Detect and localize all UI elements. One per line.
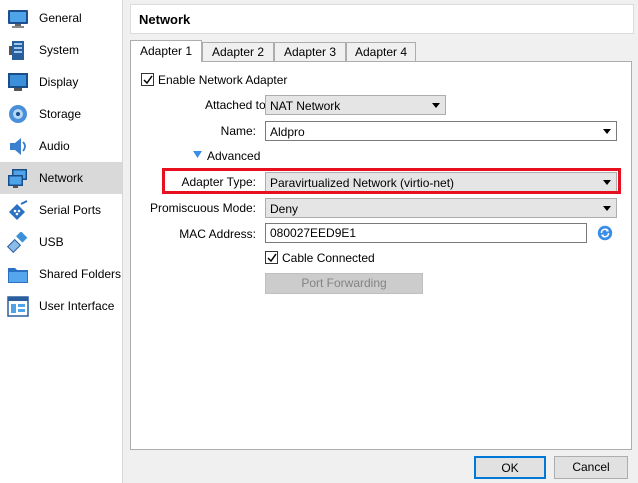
cancel-label: Cancel: [572, 460, 610, 474]
sidebar-item-serial-ports[interactable]: Serial Ports: [0, 194, 122, 226]
sidebar-item-user-interface[interactable]: User Interface: [0, 290, 122, 322]
sidebar-item-label: User Interface: [39, 299, 115, 313]
user-interface-icon: [7, 296, 29, 317]
promiscuous-mode-label: Promiscuous Mode:: [149, 201, 256, 215]
shared-folders-icon: [8, 268, 28, 283]
sidebar-item-general[interactable]: General: [0, 2, 122, 34]
adapter-type-label: Adapter Type:: [181, 175, 257, 189]
refresh-mac-icon[interactable]: [597, 225, 613, 241]
cable-connected-checkbox[interactable]: [265, 251, 278, 264]
sidebar-item-label: Network: [39, 171, 84, 185]
general-icon: [8, 10, 28, 28]
name-label: Name:: [220, 124, 256, 138]
system-icon: [9, 41, 24, 60]
tab-label: Adapter 2: [211, 45, 265, 59]
attached-to-label: Attached to:: [204, 98, 269, 112]
check-icon: [267, 253, 277, 263]
attached-to-select[interactable]: NAT Network: [265, 95, 446, 115]
settings-sidebar: General System Display Storage Audio Net…: [0, 0, 123, 483]
promiscuous-mode-value: Deny: [270, 202, 299, 216]
tab-label: Adapter 4: [354, 45, 408, 59]
sidebar-item-label: USB: [39, 235, 64, 249]
adapter-type-select[interactable]: Paravirtualized Network (virtio-net): [265, 172, 617, 192]
network-icon: [8, 169, 27, 188]
attached-to-value: NAT Network: [270, 99, 341, 113]
check-icon: [143, 75, 153, 85]
name-select[interactable]: Aldpro: [265, 121, 617, 141]
sidebar-item-system[interactable]: System: [0, 34, 122, 66]
tab-adapter-1[interactable]: Adapter 1: [130, 40, 202, 62]
name-value: Aldpro: [270, 125, 305, 139]
mac-address-label: MAC Address:: [179, 227, 256, 241]
adapter-type-value: Paravirtualized Network (virtio-net): [270, 176, 455, 190]
enable-adapter-checkbox[interactable]: [141, 73, 154, 86]
port-forwarding-button[interactable]: Port Forwarding: [265, 273, 423, 294]
mac-address-input[interactable]: [266, 224, 586, 242]
sidebar-item-label: Serial Ports: [39, 203, 102, 217]
enable-adapter-label: Enable Network Adapter: [158, 73, 288, 87]
tab-label: Adapter 1: [139, 44, 193, 58]
sidebar-item-usb[interactable]: USB: [0, 226, 122, 258]
cable-connected-label: Cable Connected: [282, 251, 375, 265]
chevron-down-icon: [603, 129, 611, 134]
sidebar-item-label: Display: [39, 75, 79, 89]
mac-address-field[interactable]: [265, 223, 587, 243]
sidebar-item-audio[interactable]: Audio: [0, 130, 122, 162]
tab-label: Adapter 3: [283, 45, 337, 59]
display-icon: [8, 73, 28, 91]
ok-label: OK: [501, 461, 519, 475]
sidebar-item-label: System: [39, 43, 80, 57]
sidebar-item-label: Shared Folders: [39, 267, 122, 281]
ok-button[interactable]: OK: [474, 456, 546, 479]
sidebar-item-label: General: [39, 11, 82, 25]
tab-adapter-4[interactable]: Adapter 4: [346, 42, 416, 61]
sidebar-item-network[interactable]: Network: [0, 162, 122, 194]
chevron-down-icon: [603, 180, 611, 185]
sidebar-item-display[interactable]: Display: [0, 66, 122, 98]
advanced-toggle-label[interactable]: Advanced: [207, 149, 260, 163]
tab-adapter-3[interactable]: Adapter 3: [274, 42, 346, 61]
chevron-down-icon: [603, 206, 611, 211]
page-header: Network: [130, 4, 634, 34]
page-title: Network: [139, 12, 191, 27]
port-forwarding-label: Port Forwarding: [301, 276, 387, 290]
sidebar-item-label: Audio: [39, 139, 70, 153]
sidebar-item-shared-folders[interactable]: Shared Folders: [0, 258, 122, 290]
storage-icon: [9, 105, 27, 123]
tab-adapter-2[interactable]: Adapter 2: [202, 42, 274, 61]
triangle-down-icon[interactable]: [192, 150, 203, 159]
sidebar-item-storage[interactable]: Storage: [0, 98, 122, 130]
chevron-down-icon: [432, 103, 440, 108]
cancel-button[interactable]: Cancel: [554, 456, 628, 479]
usb-icon: [7, 232, 28, 253]
audio-icon: [10, 138, 26, 155]
adapter-settings-panel: Enable Network Adapter Attached to: NAT …: [130, 61, 632, 450]
serial-ports-icon: [9, 200, 28, 220]
sidebar-item-label: Storage: [39, 107, 82, 121]
promiscuous-mode-select[interactable]: Deny: [265, 198, 617, 218]
